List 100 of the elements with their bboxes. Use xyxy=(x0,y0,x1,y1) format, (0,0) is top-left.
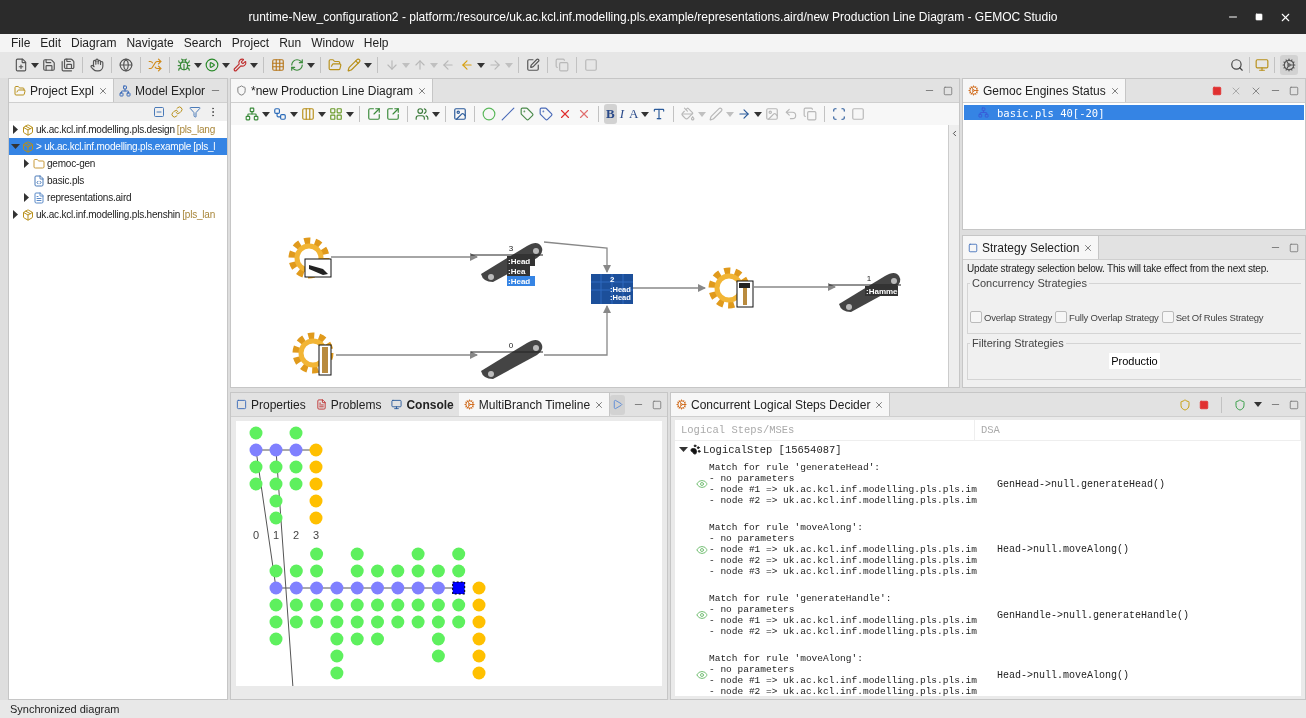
match-line: - node #3 => uk.ac.kcl.inf.modelling.pls.pls.im xyxy=(709,566,975,577)
shield-icon[interactable] xyxy=(1179,398,1191,411)
view-icon xyxy=(968,242,978,253)
strategy-checkbox[interactable]: Fully Overlap Strategy xyxy=(1055,293,1159,323)
expand-arrow-icon[interactable] xyxy=(11,125,20,134)
dsa-text: GenHandle->null.generateHandle() xyxy=(996,609,1191,621)
dsa-text: Head->null.moveAlong() xyxy=(996,544,1131,555)
conveyor-count: 3 xyxy=(508,244,514,253)
globe-icon xyxy=(119,58,133,72)
view-tab[interactable]: Problems xyxy=(310,393,387,416)
menu-item[interactable]: Diagram xyxy=(66,36,122,50)
tree-item[interactable]: uk.ac.kcl.inf.modelling.pls.design [pls_lang xyxy=(9,121,227,138)
match-line: - node #2 => uk.ac.kcl.inf.modelling.pls.pls.im xyxy=(709,555,975,566)
match-line: Match for rule 'generateHandle': xyxy=(709,593,893,604)
expand-arrow-icon[interactable] xyxy=(679,445,688,454)
engine-item[interactable]: basic.pls 40[-20] xyxy=(964,105,1304,120)
fill-icon xyxy=(681,107,696,121)
menu-item[interactable]: Edit xyxy=(35,36,67,50)
eye-icon[interactable] xyxy=(696,478,708,490)
menu-item[interactable]: Window xyxy=(306,36,359,50)
caret-icon xyxy=(250,62,258,68)
view-tab[interactable]: Gemoc Engines Status xyxy=(963,79,1126,102)
view-tab[interactable]: MultiBranch Timeline xyxy=(458,393,611,416)
stop-icon[interactable] xyxy=(1212,85,1222,96)
strategy-button[interactable]: Productio xyxy=(1109,353,1160,369)
view-tab[interactable]: Project Expl xyxy=(9,79,115,102)
format-button[interactable]: I xyxy=(617,104,626,124)
line-color-icon xyxy=(709,107,724,121)
line-icon xyxy=(501,107,515,121)
branch-index: 0 xyxy=(252,529,260,541)
caret-icon xyxy=(307,62,315,68)
editor-tab[interactable]: *new Production Line Diagram xyxy=(231,79,434,102)
format-button[interactable]: B xyxy=(604,104,617,124)
image-icon xyxy=(453,107,467,121)
collapse-all-icon[interactable] xyxy=(153,106,165,118)
project-icon xyxy=(22,208,34,221)
refresh-icon xyxy=(290,58,304,72)
match-line: Match for rule 'moveAlong': xyxy=(709,653,864,664)
image-icon xyxy=(765,107,780,121)
view-tab[interactable]: Model Explor xyxy=(114,79,211,102)
menu-item[interactable]: Project xyxy=(226,36,275,50)
view-tab[interactable]: Strategy Selection xyxy=(963,236,1100,259)
filter-icon[interactable] xyxy=(189,106,201,118)
branch-index: 1 xyxy=(272,529,280,541)
conveyor-count: 1 xyxy=(866,274,872,283)
expand-arrow-icon[interactable] xyxy=(11,210,20,219)
format-button[interactable]: A xyxy=(627,104,641,124)
export-icon xyxy=(386,107,400,121)
link-icon[interactable] xyxy=(171,106,183,118)
shield-icon[interactable] xyxy=(1234,398,1246,411)
status-text: Synchronized diagram xyxy=(0,700,1306,718)
pencil-icon xyxy=(347,58,361,72)
view-tab[interactable]: Console xyxy=(386,393,459,416)
expand-arrow-icon[interactable] xyxy=(22,159,31,168)
stop-icon[interactable] xyxy=(1199,399,1209,410)
font-icon xyxy=(652,107,667,121)
match-line: - node #2 => uk.ac.kcl.inf.modelling.pls.pls.im xyxy=(709,495,975,506)
tree-item[interactable]: representations.aird xyxy=(9,189,227,206)
folder-icon xyxy=(33,157,45,170)
caret-icon xyxy=(31,62,39,68)
strategy-checkbox[interactable]: Set Of Rules Strategy xyxy=(1161,293,1264,323)
file-icon xyxy=(33,174,45,187)
item-label: :Hamme xyxy=(865,286,898,296)
view-tab[interactable]: Properties xyxy=(231,393,311,416)
copy-icon xyxy=(555,58,569,72)
run-icon xyxy=(205,58,219,72)
match-line: - node #1 => uk.ac.kcl.inf.modelling.pls.pls.im xyxy=(709,544,975,555)
view-tab[interactable]: Concurrent Logical Steps Decider xyxy=(671,393,891,416)
folder-icon xyxy=(14,84,26,97)
eye-icon[interactable] xyxy=(696,543,708,556)
perspective-button[interactable] xyxy=(1280,55,1298,75)
tree-item[interactable]: uk.ac.kcl.inf.modelling.pls.henshin [pls_lan xyxy=(9,206,227,223)
layout-icon xyxy=(245,107,259,121)
menu-item[interactable]: Run xyxy=(274,36,307,50)
search-icon[interactable] xyxy=(1230,58,1244,72)
menu-item[interactable]: File xyxy=(6,36,36,50)
tree-item[interactable]: > uk.ac.kcl.inf.modelling.pls.example [pls_l xyxy=(9,138,227,155)
perspective-icon[interactable] xyxy=(1255,58,1269,72)
caret-icon xyxy=(726,111,735,117)
up-arrow-icon xyxy=(413,58,427,72)
menu-item[interactable]: Search xyxy=(178,36,227,50)
eye-icon[interactable] xyxy=(696,669,708,681)
strategy-checkbox[interactable]: Overlap Strategy xyxy=(970,293,1053,323)
handle-product-icon xyxy=(318,344,332,376)
group-title: Concurrency Strategies xyxy=(971,277,1088,289)
menu-item[interactable]: Navigate xyxy=(121,36,179,50)
swap-button[interactable] xyxy=(146,55,164,75)
columns-icon xyxy=(301,107,315,121)
tree-item[interactable]: gemoc-gen xyxy=(9,155,227,172)
eye-icon[interactable] xyxy=(696,609,708,621)
match-line: - no parameters xyxy=(709,533,796,544)
grid-icon xyxy=(271,58,285,72)
item-label: :Head xyxy=(507,256,535,266)
head-product-icon xyxy=(304,258,332,278)
distribute-icon xyxy=(329,107,343,121)
play-button[interactable] xyxy=(610,394,626,415)
tree-item[interactable]: basic.pls xyxy=(9,172,227,189)
expand-arrow-icon[interactable] xyxy=(22,193,31,202)
tree-item[interactable]: LogicalStep [15654087] xyxy=(675,441,1301,458)
menu-item[interactable]: Help xyxy=(358,36,394,50)
